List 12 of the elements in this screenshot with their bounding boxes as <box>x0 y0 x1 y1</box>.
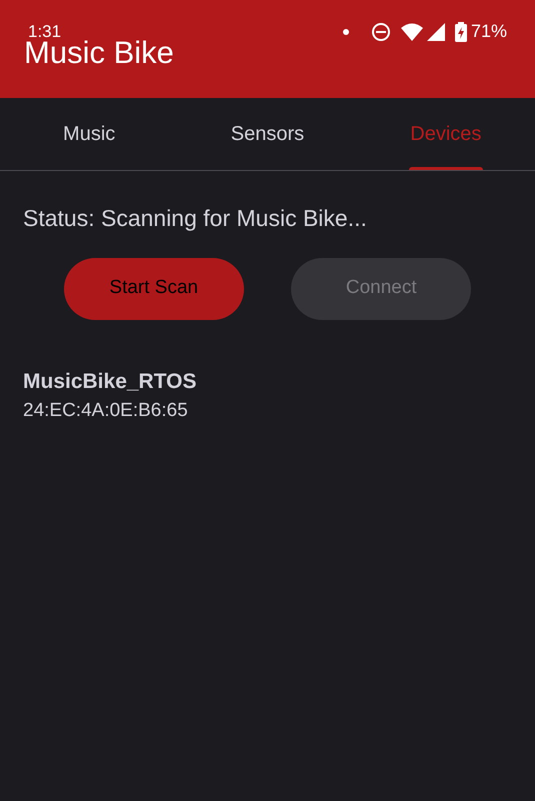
device-address: 24:EC:4A:0E:B6:65 <box>23 399 189 423</box>
dot-icon <box>342 28 349 34</box>
do-not-disturb-icon <box>370 22 391 42</box>
battery-percent: 71% <box>470 20 507 43</box>
device-name[interactable]: MusicBike_RTOS <box>23 366 512 397</box>
status-time: 1:31 <box>28 20 62 41</box>
signal-icon <box>426 22 445 40</box>
status-text: Status: Scanning for Music Bike... <box>23 205 367 231</box>
battery-icon <box>454 22 467 42</box>
tab[interactable]: Sensors <box>178 98 357 170</box>
wifi-icon <box>400 22 423 40</box>
tab[interactable]: Music <box>0 98 178 170</box>
